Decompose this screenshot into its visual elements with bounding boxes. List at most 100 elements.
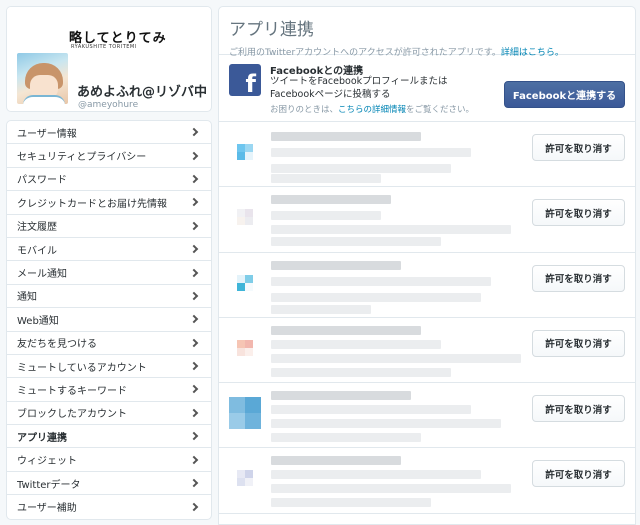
app-row: 許可を取り消す xyxy=(219,253,635,318)
sidebar-item[interactable]: モバイル xyxy=(7,238,211,262)
redacted-text xyxy=(271,304,371,314)
sidebar-item[interactable]: ユーザー補助 xyxy=(7,495,211,518)
redacted-text xyxy=(271,132,421,141)
sidebar-item[interactable]: メール通知 xyxy=(7,261,211,285)
redacted-text xyxy=(271,292,481,302)
sidebar-item-label: モバイル xyxy=(17,245,57,257)
revoke-access-button[interactable]: 許可を取り消す xyxy=(532,134,625,161)
sidebar-item-label: ユーザー情報 xyxy=(17,128,77,140)
revoke-access-button[interactable]: 許可を取り消す xyxy=(532,395,625,423)
facebook-help-link[interactable]: こちらの詳細情報 xyxy=(338,105,406,115)
sidebar-item-label: 注文履歴 xyxy=(17,222,57,234)
profile-card[interactable]: 略してとりてみ RYAKUSHITE TORITEMI あめよふれ@リゾバ中 @… xyxy=(6,6,212,112)
banner-subtitle: RYAKUSHITE TORITEMI xyxy=(71,44,137,50)
app-row: 許可を取り消す xyxy=(219,448,635,514)
sidebar-item-label: アプリ連携 xyxy=(17,432,67,444)
redacted-text xyxy=(271,367,451,377)
sidebar-item-label: ミュートするキーワード xyxy=(17,385,127,397)
revoke-access-button[interactable]: 許可を取り消す xyxy=(532,329,625,357)
app-icon xyxy=(229,201,261,233)
app-icon xyxy=(229,332,261,364)
redacted-text xyxy=(271,339,441,349)
sidebar-item-label: Web通知 xyxy=(17,315,59,327)
redacted-text xyxy=(271,405,471,415)
redacted-text xyxy=(271,433,421,443)
chevron-right-icon xyxy=(189,408,199,418)
chevron-right-icon xyxy=(189,244,199,254)
redacted-text xyxy=(271,391,411,401)
sidebar-item-label: ウィジェット xyxy=(17,456,77,468)
app-row: 許可を取り消す xyxy=(219,187,635,253)
chevron-right-icon xyxy=(189,151,199,160)
sidebar-item[interactable]: セキュリティとプライバシー xyxy=(7,144,211,168)
sidebar-item[interactable]: ミュートしているアカウント xyxy=(7,355,211,379)
redacted-text xyxy=(271,456,401,466)
facebook-connect-row: f Facebookとの連携 ツイートをFacebookプロフィールまたは Fa… xyxy=(219,55,635,122)
facebook-help: お困りのときは、こちらの詳細情報をご覧ください。 xyxy=(270,105,475,115)
sidebar-item[interactable]: ウィジェット xyxy=(7,448,211,472)
left-column: 略してとりてみ RYAKUSHITE TORITEMI あめよふれ@リゾバ中 @… xyxy=(6,6,212,520)
sidebar-item-label: Twitterデータ xyxy=(17,479,81,491)
chevron-right-icon xyxy=(189,502,199,512)
app-icon xyxy=(229,397,261,430)
chevron-right-icon xyxy=(189,385,199,394)
redacted-text xyxy=(271,498,431,508)
sidebar-item[interactable]: パスワード xyxy=(7,168,211,192)
sidebar-item[interactable]: クレジットカードとお届け先情報 xyxy=(7,191,211,215)
redacted-text xyxy=(271,225,511,235)
sidebar-item[interactable]: Twitterデータ xyxy=(7,472,211,496)
app-icon xyxy=(229,136,261,168)
sidebar-item-label: ブロックしたアカウント xyxy=(17,409,127,421)
revoke-access-button[interactable]: 許可を取り消す xyxy=(532,460,625,488)
redacted-text xyxy=(271,148,471,157)
chevron-right-icon xyxy=(189,315,199,324)
chevron-right-icon xyxy=(189,174,199,184)
app-row: 許可を取り消す xyxy=(219,318,635,384)
redacted-text xyxy=(271,470,481,480)
main-panel: アプリ連携 ご利用のTwitterアカウントへのアクセスが許可されたアプリです。… xyxy=(218,6,636,525)
sidebar-item[interactable]: アプリ連携 xyxy=(7,425,211,449)
revoke-access-button[interactable]: 許可を取り消す xyxy=(532,264,625,292)
chevron-right-icon xyxy=(189,361,199,371)
app-list: 許可を取り消す 許可を取り消す 許可を取り消す 許可を取り消す 許可を取り消す 許可を取り… xyxy=(219,122,635,514)
sidebar-item[interactable]: 注文履歴 xyxy=(7,215,211,238)
chevron-right-icon xyxy=(189,291,199,301)
redacted-text xyxy=(271,419,501,429)
sidebar-item[interactable]: 通知 xyxy=(7,285,211,309)
facebook-icon: f xyxy=(229,64,261,96)
app-row: 許可を取り消す xyxy=(219,122,635,188)
redacted-text xyxy=(271,353,521,363)
profile-handle[interactable]: @ameyohure xyxy=(78,100,138,110)
redacted-text xyxy=(271,211,381,221)
chevron-right-icon xyxy=(189,338,199,347)
main-header: アプリ連携 ご利用のTwitterアカウントへのアクセスが許可されたアプリです。… xyxy=(219,7,635,58)
facebook-connect-button[interactable]: Facebookと連携する xyxy=(504,81,625,108)
chevron-right-icon xyxy=(189,268,199,277)
app-icon xyxy=(229,267,261,299)
chevron-right-icon xyxy=(189,478,199,488)
profile-name[interactable]: あめよふれ@リゾバ中 xyxy=(77,81,207,100)
sidebar-item[interactable]: Web通知 xyxy=(7,308,211,332)
chevron-right-icon xyxy=(189,198,199,207)
sidebar-item[interactable]: ミュートするキーワード xyxy=(7,378,211,402)
avatar[interactable] xyxy=(15,51,70,106)
redacted-text xyxy=(271,237,441,247)
sidebar-item-label: 通知 xyxy=(17,292,37,304)
redacted-text xyxy=(271,164,451,173)
chevron-right-icon xyxy=(189,127,199,137)
sidebar-item-label: 友だちを見つける xyxy=(17,339,97,351)
chevron-right-icon xyxy=(189,455,199,464)
chevron-right-icon xyxy=(189,432,199,441)
revoke-access-button[interactable]: 許可を取り消す xyxy=(532,199,625,227)
app-icon xyxy=(229,462,261,494)
sidebar-item[interactable]: 友だちを見つける xyxy=(7,332,211,355)
chevron-right-icon xyxy=(189,221,199,230)
sidebar-item-label: セキュリティとプライバシー xyxy=(17,152,147,164)
redacted-text xyxy=(271,195,391,205)
sidebar-item[interactable]: ユーザー情報 xyxy=(7,121,211,145)
sidebar-item[interactable]: ブロックしたアカウント xyxy=(7,402,211,426)
redacted-text xyxy=(271,260,401,270)
sidebar-item-label: クレジットカードとお届け先情報 xyxy=(17,198,167,210)
redacted-text xyxy=(271,484,511,494)
redacted-text xyxy=(271,276,491,286)
